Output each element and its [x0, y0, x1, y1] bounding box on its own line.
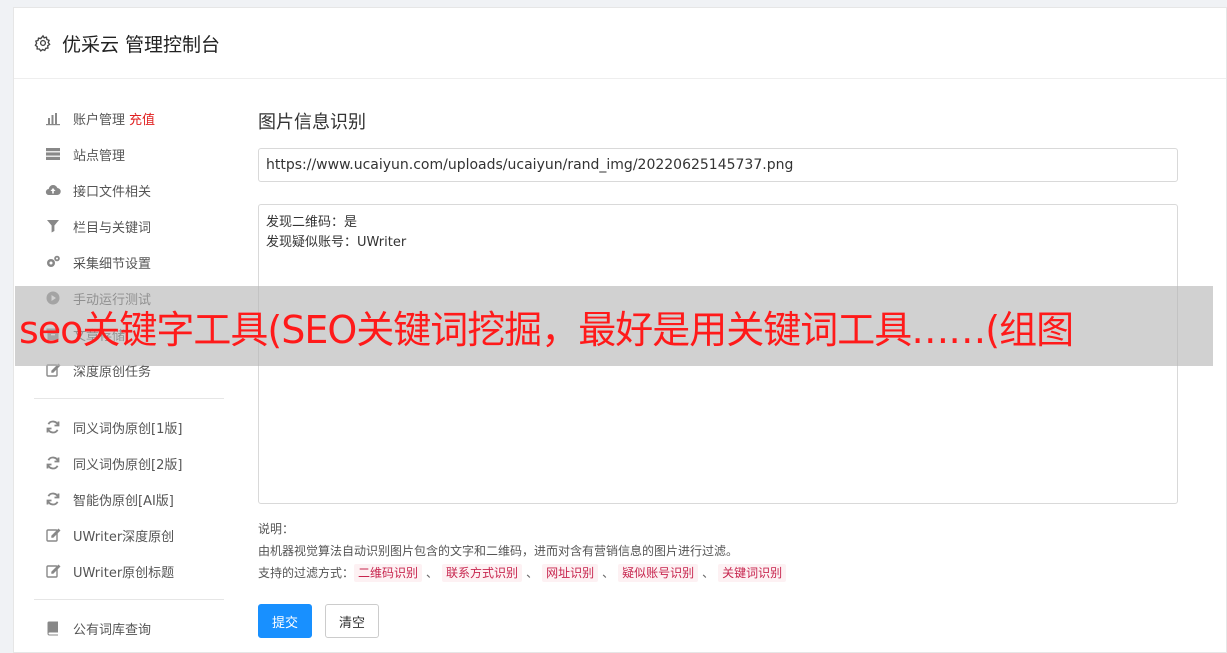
page-header: 优采云 管理控制台 [14, 8, 1226, 79]
book-icon [44, 619, 62, 637]
bar-chart-icon [44, 109, 62, 127]
server-icon [44, 145, 62, 163]
filter-chip: 联系方式识别 [442, 564, 523, 582]
cloud-upload-icon [44, 181, 62, 199]
filter-methods: 支持的过滤方式： 二维码识别、联系方式识别、网址识别、疑似账号识别、关键词识别 [258, 562, 1178, 584]
sidebar-item-label: 同义词伪原创[2版] [73, 457, 183, 473]
sidebar-item[interactable]: 站点管理 [34, 136, 224, 172]
sidebar-item-label: 采集细节设置 [73, 256, 152, 272]
sidebar-item-label: 站点管理 [73, 148, 126, 164]
form-actions: 提交 清空 [258, 604, 1178, 638]
sidebar-item-label: UWriter深度原创 [73, 529, 175, 545]
sidebar-divider [34, 599, 224, 600]
sidebar-divider [34, 398, 224, 399]
clear-button[interactable]: 清空 [325, 604, 380, 638]
result-line-qrcode: 发现二维码：是 [266, 215, 358, 230]
sidebar-item[interactable]: 栏目与关键词 [34, 208, 224, 244]
sidebar-item-label: 栏目与关键词 [73, 220, 152, 236]
gear-icon [34, 34, 51, 52]
filter-separator: 、 [526, 566, 539, 580]
submit-button[interactable]: 提交 [258, 604, 313, 638]
sidebar-item[interactable]: 账户管理 充值 [34, 100, 224, 136]
edit-icon [44, 562, 62, 580]
filter-icon [44, 217, 62, 235]
filter-chip: 网址识别 [542, 564, 599, 582]
refresh-icon [44, 490, 62, 508]
sidebar: 账户管理充值站点管理接口文件相关栏目与关键词采集细节设置手动运行测试文章存储深度… [34, 100, 224, 646]
overlay-banner: seo关键字工具(SEO关键词挖掘，最好是用关键词工具……(组图 [15, 286, 1213, 366]
sidebar-item-label: 智能伪原创[AI版] [73, 493, 174, 509]
page-title: 优采云 管理控制台 [62, 33, 221, 56]
filter-label: 支持的过滤方式： [258, 566, 355, 580]
refresh-icon [44, 454, 62, 472]
sidebar-item-label: 账户管理 [73, 112, 126, 128]
sidebar-item[interactable]: 采集细节设置 [34, 244, 224, 280]
filter-chip: 二维码识别 [354, 564, 423, 582]
sidebar-item[interactable]: 同义词伪原创[2版] [34, 445, 224, 481]
filter-separator: 、 [426, 566, 439, 580]
sidebar-item-label: 公有词库查询 [73, 622, 152, 638]
banner-text: seo关键字工具(SEO关键词挖掘，最好是用关键词工具……(组图 [19, 307, 1074, 352]
notes-label: 说明： [258, 522, 295, 536]
sidebar-item-label: 同义词伪原创[1版] [73, 421, 183, 437]
result-line-account: 发现疑似账号：UWriter [266, 235, 407, 250]
filter-separator: 、 [602, 566, 615, 580]
filter-chip: 疑似账号识别 [618, 564, 699, 582]
edit-icon [44, 526, 62, 544]
sidebar-item[interactable]: 接口文件相关 [34, 172, 224, 208]
main-content: 图片信息识别 发现二维码：是 发现疑似账号：UWriter 说明： 由机器视觉算… [258, 108, 1178, 638]
sidebar-item[interactable]: 智能伪原创[AI版] [34, 481, 224, 517]
sidebar-item[interactable]: 同义词伪原创[1版] [34, 409, 224, 445]
filter-chip: 关键词识别 [718, 564, 787, 582]
refresh-icon [44, 418, 62, 436]
filter-separator: 、 [702, 566, 715, 580]
sidebar-item[interactable]: UWriter深度原创 [34, 517, 224, 553]
recharge-link[interactable]: 充值 [129, 109, 155, 128]
gears-icon [44, 253, 62, 271]
image-url-input[interactable] [258, 148, 1178, 182]
sidebar-item[interactable]: UWriter原创标题 [34, 553, 224, 589]
sidebar-item[interactable]: 公有词库查询 [34, 610, 224, 646]
sidebar-item-label: UWriter原创标题 [73, 565, 175, 581]
notes-text: 由机器视觉算法自动识别图片包含的文字和二维码，进而对含有营销信息的图片进行过滤。 [258, 544, 739, 558]
sidebar-item-label: 接口文件相关 [73, 184, 152, 200]
section-title: 图片信息识别 [258, 112, 366, 133]
notes: 说明： 由机器视觉算法自动识别图片包含的文字和二维码，进而对含有营销信息的图片进… [258, 518, 1178, 584]
